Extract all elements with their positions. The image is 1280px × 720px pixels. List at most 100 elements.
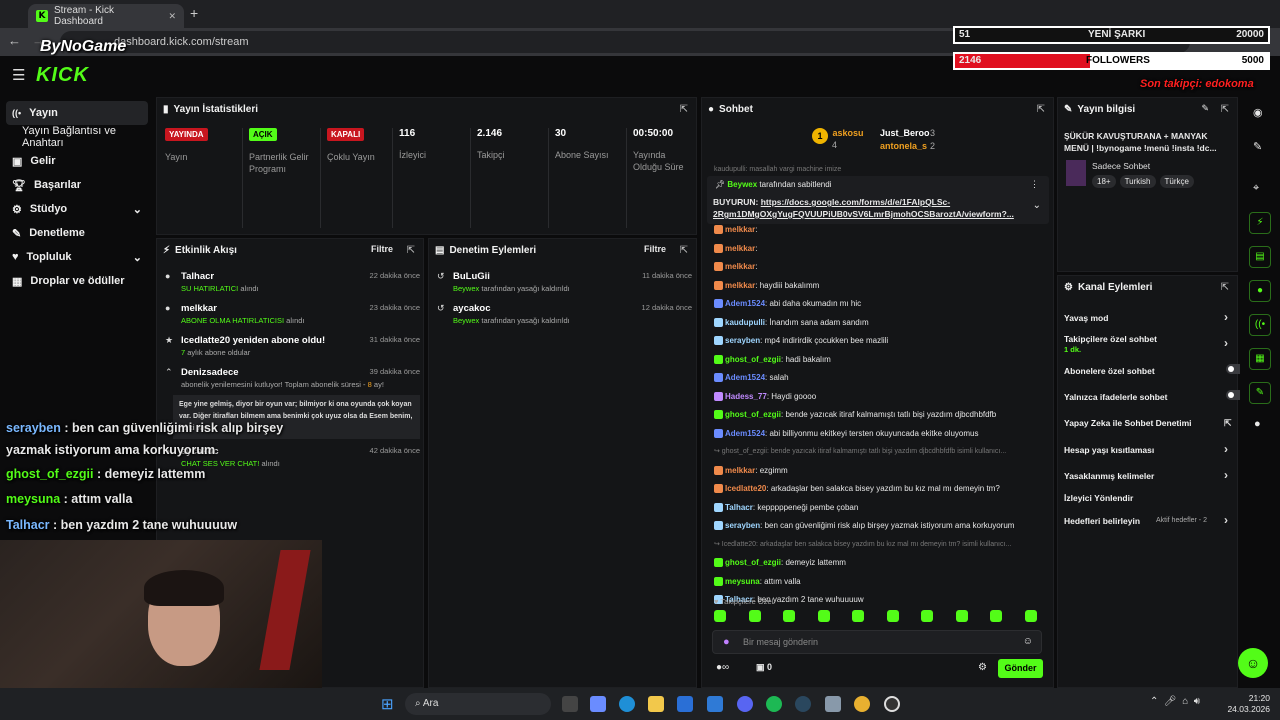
- category-name[interactable]: Sadece Sohbet: [1092, 161, 1150, 171]
- sidebar-item-topluluk[interactable]: ♥ Topluluk ⌄: [6, 245, 148, 269]
- steam-icon[interactable]: [795, 696, 811, 712]
- emote-icon[interactable]: [1024, 610, 1037, 622]
- sidebar-item-stream-key[interactable]: Yayın Bağlantısı ve Anahtarı: [6, 125, 148, 149]
- emote-icon[interactable]: [817, 610, 830, 622]
- mic-icon[interactable]: ●: [723, 636, 730, 648]
- mail-icon[interactable]: [707, 696, 723, 712]
- send-button[interactable]: Gönder: [998, 659, 1043, 678]
- edge-icon[interactable]: [619, 696, 635, 712]
- pinned-link[interactable]: 2Rgm1DMgOXgYugFQVUUPiUB0vSV6LmrBjmohOCSB…: [713, 209, 1014, 219]
- discord-icon[interactable]: [737, 696, 753, 712]
- task-view-icon[interactable]: [562, 696, 578, 712]
- chat-username[interactable]: Adem1524: [725, 373, 765, 382]
- browser-tab[interactable]: K Stream - Kick Dashboard ✕: [28, 4, 184, 28]
- pencil-icon[interactable]: ✎: [1253, 140, 1262, 153]
- emote-icon[interactable]: [852, 610, 864, 622]
- sidebar-item-yayin[interactable]: ((• Yayın: [6, 101, 148, 125]
- chat-username[interactable]: melkkar: [725, 244, 755, 253]
- chat-username[interactable]: melkkar: [725, 281, 755, 290]
- popout-icon[interactable]: ⇱: [1221, 104, 1229, 115]
- emote-icon[interactable]: [990, 610, 1002, 622]
- folder-icon[interactable]: [648, 696, 664, 712]
- copilot-icon[interactable]: [590, 696, 606, 712]
- emote-icon[interactable]: [921, 610, 933, 622]
- users-icon[interactable]: ●: [1254, 418, 1261, 430]
- tray-icons[interactable]: ⌃ 🎤︎ ⌂ 🔊︎: [1150, 696, 1200, 707]
- chat-input[interactable]: ● Bir mesaj gönderin ☺: [712, 630, 1042, 654]
- action-banned-words[interactable]: Yasaklanmış kelimeler ›: [1064, 468, 1234, 482]
- chat-username[interactable]: ghost_of_ezgii: [725, 355, 781, 364]
- sidebar-item-basarilar[interactable]: 🏆︎ Başarılar: [6, 173, 148, 197]
- chat-username[interactable]: melkkar: [725, 466, 755, 475]
- obs-icon[interactable]: [884, 696, 900, 712]
- action-subs-only[interactable]: Abonelere özel sohbet: [1064, 364, 1246, 376]
- windows-start-icon[interactable]: ⊞: [381, 695, 394, 713]
- chevron-down-icon[interactable]: ⌄: [1033, 200, 1041, 211]
- edit-icon[interactable]: ✎: [1201, 103, 1209, 114]
- users-icon[interactable]: ●∞: [716, 662, 729, 673]
- broadcast-icon[interactable]: ((•: [1249, 314, 1271, 336]
- action-slow-mode[interactable]: Yavaş mod ›: [1064, 310, 1234, 324]
- back-icon[interactable]: ←: [8, 33, 21, 48]
- popout-icon[interactable]: ⇱: [1037, 104, 1045, 115]
- focus-icon[interactable]: ⌖: [1253, 182, 1259, 195]
- chat-username[interactable]: melkkar: [725, 225, 755, 234]
- settings-icon[interactable]: ⚙: [978, 662, 987, 673]
- chat-username[interactable]: ghost_of_ezgii: [725, 410, 781, 419]
- chat-username[interactable]: Adem1524: [725, 429, 765, 438]
- support-button[interactable]: ☺: [1238, 648, 1268, 678]
- chat-username[interactable]: kaudupulli: [725, 318, 765, 327]
- eye-icon[interactable]: ◉: [1253, 106, 1263, 119]
- kick-logo[interactable]: KICK: [36, 64, 89, 87]
- wrench-icon[interactable]: ✎: [1249, 382, 1271, 404]
- emote-icon[interactable]: [955, 610, 968, 622]
- taskbar-search[interactable]: ⌕ Ara: [405, 693, 551, 715]
- pinned-link[interactable]: https://docs.google.com/forms/d/e/1FAIpQ…: [761, 197, 950, 207]
- layout-icon[interactable]: ▦: [1249, 348, 1271, 370]
- app-icon[interactable]: [825, 696, 841, 712]
- action-emote-only[interactable]: Yalnızca ifadelerle sohbet: [1064, 390, 1246, 402]
- new-tab-button[interactable]: +: [190, 5, 198, 21]
- chevron-up-icon[interactable]: ⌃: [165, 367, 173, 378]
- chat-username[interactable]: serayben: [725, 336, 760, 345]
- popout-icon[interactable]: ⇱: [1221, 282, 1229, 293]
- action-goals[interactable]: Hedefleri belirleyin Aktif hedefler - 2 ›: [1064, 513, 1234, 527]
- sidebar-item-studyo[interactable]: ⚙ Stüdyo ⌄: [6, 197, 148, 221]
- chat-username[interactable]: Icedlatte20: [725, 484, 766, 493]
- action-raid[interactable]: İzleyici Yönlendir: [1064, 493, 1234, 503]
- chat-username[interactable]: Adem1524: [725, 299, 765, 308]
- popout-icon[interactable]: ⇱: [680, 104, 688, 115]
- filter-button[interactable]: Filtre: [644, 244, 666, 254]
- chat-username[interactable]: melkkar: [725, 262, 755, 271]
- filter-button[interactable]: Filtre: [371, 244, 393, 254]
- tag-chip[interactable]: 18+: [1092, 175, 1116, 188]
- sidebar-item-gelir[interactable]: ▣ Gelir: [6, 149, 148, 173]
- store-icon[interactable]: [677, 696, 693, 712]
- more-icon[interactable]: ⋮: [1030, 179, 1039, 190]
- spotify-icon[interactable]: [766, 696, 782, 712]
- emote-icon[interactable]: [783, 610, 795, 622]
- emote-icon[interactable]: [886, 610, 899, 622]
- action-followers-only[interactable]: Takipçilere özel sohbet 1 dk. ›: [1064, 334, 1234, 354]
- tag-chip[interactable]: Türkçe: [1159, 175, 1194, 188]
- tag-chip[interactable]: Turkish: [1119, 175, 1156, 188]
- popout-icon[interactable]: ⇱: [680, 245, 688, 256]
- sidebar-item-denetleme[interactable]: ✎ Denetleme: [6, 221, 148, 245]
- popout-icon[interactable]: ⇱: [407, 245, 415, 256]
- close-tab-icon[interactable]: ✕: [168, 11, 176, 22]
- chat-username[interactable]: ghost_of_ezgii: [725, 558, 781, 567]
- chat-username[interactable]: Talhacr: [725, 503, 753, 512]
- action-ai-moderation[interactable]: Yapay Zeka ile Sohbet Denetimi ⇱: [1064, 418, 1234, 428]
- chrome-icon[interactable]: [854, 696, 870, 712]
- emote-icon[interactable]: [714, 610, 726, 622]
- chat-username[interactable]: serayben: [725, 521, 760, 530]
- chat-username[interactable]: Hadess_77: [725, 392, 767, 401]
- clock[interactable]: 21:20 24.03.2026: [1226, 693, 1270, 715]
- chat-bubble-icon[interactable]: ●: [1249, 280, 1271, 302]
- chat-username[interactable]: meysuna: [725, 577, 760, 586]
- menu-icon[interactable]: ☰: [12, 66, 25, 84]
- action-account-age[interactable]: Hesap yaşı kısıtlaması ›: [1064, 442, 1234, 456]
- notes-icon[interactable]: ▤: [1249, 246, 1271, 268]
- emoji-icon[interactable]: ☺: [1023, 636, 1033, 647]
- emote-icon[interactable]: [748, 610, 761, 622]
